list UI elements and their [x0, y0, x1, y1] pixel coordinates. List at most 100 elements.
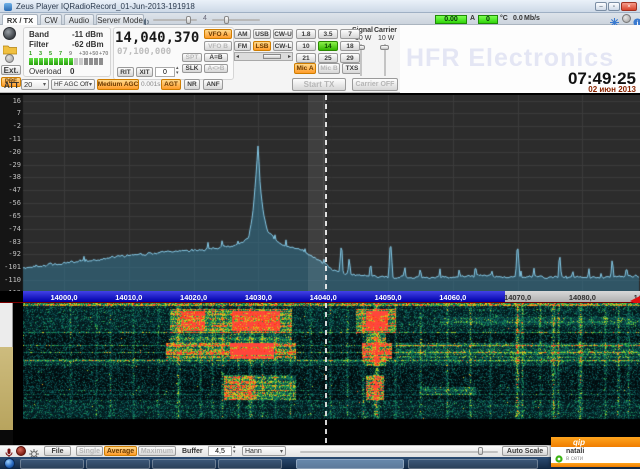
waterfall-canvas[interactable]	[23, 303, 640, 445]
band-button-25[interactable]: 25	[318, 53, 338, 63]
monitor-slider-thumb[interactable]	[224, 16, 229, 24]
scroll-right-icon[interactable]: ▸	[288, 53, 291, 60]
tab-audio[interactable]: Audio	[64, 14, 94, 25]
att-dropdown[interactable]: 20 ▾	[21, 79, 49, 90]
fft-window-value: Hann	[245, 448, 262, 455]
band-button-10[interactable]: 10	[296, 41, 316, 51]
file-button[interactable]: File	[44, 446, 71, 456]
qip-popup-header[interactable]: qip	[551, 437, 640, 447]
start-button[interactable]	[4, 458, 15, 469]
freq-scale-bar[interactable]: 14000,014010,014020,014030,014040,014050…	[0, 291, 640, 302]
monitor-slider[interactable]	[212, 19, 260, 21]
carrier-off-button[interactable]: Carrier OFF	[352, 78, 398, 91]
agt-button[interactable]: AGT	[161, 79, 181, 90]
mode-button-lsb[interactable]: LSB	[253, 41, 271, 51]
tuning-cursor-spectrum[interactable]	[325, 95, 327, 291]
band-button-18[interactable]: 18	[340, 41, 360, 51]
carrier-slider-thumb[interactable]	[380, 45, 389, 50]
qip-logo: qip	[573, 438, 585, 447]
agc-time-value[interactable]: 0.001s	[141, 81, 161, 88]
tuning-cursor-waterfall[interactable]	[325, 303, 327, 445]
ritxit-spinner[interactable]: 0	[155, 67, 175, 77]
att-label: ATT	[4, 81, 19, 90]
start-tx-button[interactable]: Start TX	[292, 78, 346, 91]
waterfall-contrast-slider[interactable]	[300, 451, 498, 453]
waterfall-contrast-thumb[interactable]	[478, 447, 483, 455]
mode-button-cw-u[interactable]: CW-U	[273, 29, 293, 39]
smeter-segment	[29, 58, 33, 65]
taskbar-app-button[interactable]	[20, 459, 84, 469]
slk-button[interactable]: SLK	[182, 64, 202, 73]
a-eq-b-button[interactable]: A=B	[204, 53, 228, 62]
buffer-spin-arrows[interactable]: ▴ ▾	[233, 445, 236, 455]
rit-button[interactable]: RIT	[117, 67, 134, 77]
contact-name[interactable]: natali	[566, 448, 584, 455]
band-button-1-8[interactable]: 1.8	[296, 29, 316, 39]
title-bar[interactable]: Zeus Player IQRadioRecord_01-Jun-2013-19…	[0, 0, 640, 13]
single-button[interactable]: Single	[76, 446, 103, 456]
band-button-21[interactable]: 21	[296, 53, 316, 63]
close-button[interactable]: ×	[621, 2, 637, 11]
mode-button-usb[interactable]: USB	[253, 29, 271, 39]
mode-button-cw-l[interactable]: CW-L	[273, 41, 293, 51]
ext-button[interactable]: Ext.	[1, 65, 21, 75]
maximize-button[interactable]: ▫	[608, 2, 620, 11]
mode-button-fm[interactable]: FM	[234, 41, 251, 51]
mic-a-button[interactable]: Mic A	[294, 63, 316, 74]
scroll-left-icon[interactable]: ◂	[236, 53, 239, 60]
a-swap-b-button[interactable]: A<>B	[204, 64, 228, 73]
vfo-b-button[interactable]: VFO B	[204, 41, 232, 51]
speaker-knob-icon[interactable]	[16, 446, 26, 456]
volume-slider-thumb[interactable]	[186, 16, 191, 24]
taskbar-app-button-active[interactable]	[296, 459, 404, 469]
mode-button-am[interactable]: AM	[234, 29, 251, 39]
ritxit-spin-arrows[interactable]: ▴ ▾	[176, 66, 179, 76]
anf-button[interactable]: ANF	[203, 79, 223, 90]
spectrum-y-axis: 167-2-11-20-29-38-47-56-65-74-83-92-101-…	[0, 95, 23, 291]
qip-popup[interactable]: qip natali в сети	[551, 437, 640, 467]
tab-cw[interactable]: CW	[40, 14, 62, 25]
minimize-button[interactable]: –	[595, 2, 607, 11]
filter-passband-overlay[interactable]	[308, 95, 326, 291]
scrollbar-thumb[interactable]	[263, 54, 281, 59]
y-axis-label: -92	[1, 250, 21, 258]
taskbar-app-button[interactable]	[218, 459, 282, 469]
xit-button[interactable]: XIT	[136, 67, 153, 77]
taskbar-app-button[interactable]	[408, 459, 538, 469]
record-button[interactable]	[5, 54, 14, 63]
vfo-a-button[interactable]: VFO A	[204, 29, 232, 39]
vfo-a-frequency[interactable]: 14,040,370	[115, 30, 199, 46]
carrier-value: 10 W	[378, 35, 394, 42]
spin-down-icon[interactable]: ▾	[176, 71, 179, 76]
band-button-3-5[interactable]: 3.5	[318, 29, 338, 39]
tab-server-mode[interactable]: Server Mode	[96, 14, 144, 25]
buffer-spinner[interactable]: 4,5	[208, 446, 232, 456]
spin-down-icon[interactable]: ▾	[233, 450, 236, 455]
spt-button[interactable]: SPT	[182, 53, 202, 62]
y-axis-label: -65	[1, 212, 21, 220]
filter-scrollbar[interactable]: ◂ ▸	[234, 52, 293, 61]
qip-popup-body[interactable]: natali в сети	[551, 447, 640, 463]
agc-mode-dropdown[interactable]: HF AGC Off ▾	[51, 79, 95, 90]
txs-button[interactable]: TXS	[342, 63, 362, 74]
background-window-strip-dark	[0, 430, 13, 445]
fft-window-dropdown[interactable]: Hann ▾	[242, 446, 286, 456]
temperature-unit: °C	[500, 15, 508, 22]
band-button-29[interactable]: 29	[340, 53, 360, 63]
taskbar-app-button[interactable]	[86, 459, 150, 469]
record-status-icon[interactable]	[622, 14, 631, 23]
medium-agc-button[interactable]: Medium AGC	[97, 79, 139, 90]
tab-rx-tx[interactable]: RX / TX	[2, 14, 38, 25]
average-button[interactable]: Average	[104, 446, 137, 456]
nr-button[interactable]: NR	[184, 79, 200, 90]
maximum-button[interactable]: Maximum	[138, 446, 176, 456]
temperature-value: 0	[486, 16, 490, 23]
volume-knob[interactable]	[3, 27, 16, 40]
x-axis-label: 14020,0	[172, 293, 216, 302]
band-button-7[interactable]: 7	[340, 29, 360, 39]
taskbar-app-button[interactable]	[152, 459, 216, 469]
vfo-b-frequency[interactable]: 07,100,000	[117, 47, 171, 57]
mic-b-button[interactable]: Mic B	[318, 63, 340, 74]
band-button-14[interactable]: 14	[318, 41, 338, 51]
auto-scale-button[interactable]: Auto Scale	[502, 446, 548, 456]
